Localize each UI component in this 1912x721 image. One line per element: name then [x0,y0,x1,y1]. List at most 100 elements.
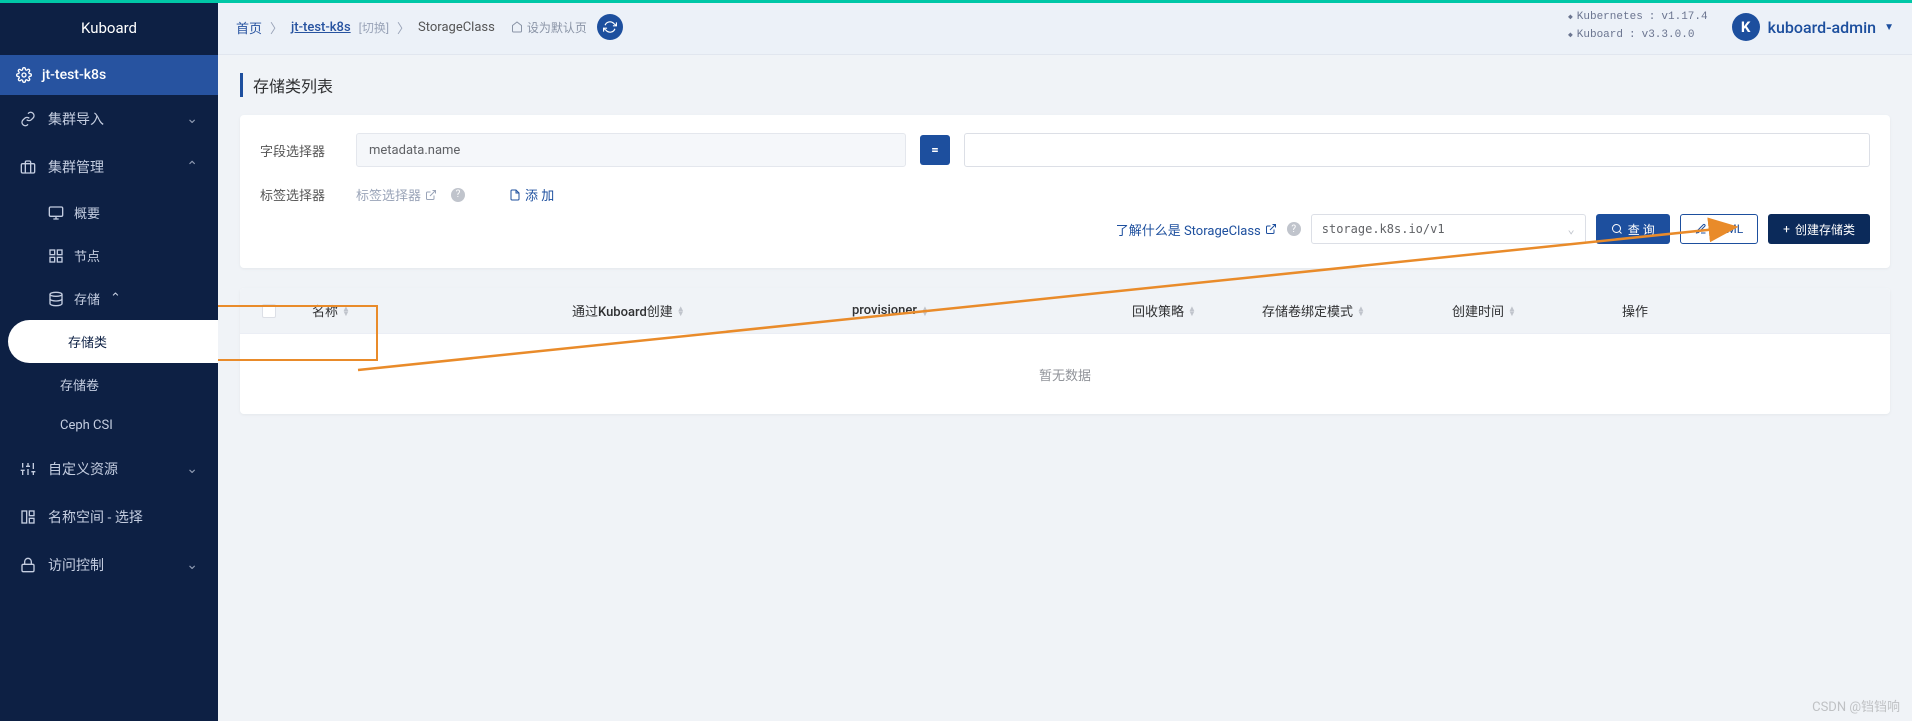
col-ops: 操作 [1622,301,1868,320]
gear-icon [16,67,32,83]
chevron-up-icon: ⌃ [110,291,121,306]
nav-ceph-csi[interactable]: Ceph CSI [0,406,218,445]
sidebar: Kuboard jt-test-k8s 集群导入 ⌄ 集群管理 ⌃ 概要 节点 … [0,0,218,721]
nav-label: 存储卷 [60,375,99,394]
col-name[interactable]: 名称▲▼ [312,301,572,320]
brand-logo[interactable]: Kuboard [0,0,218,55]
sort-icon: ▲▼ [342,306,350,316]
nav-storage-volume[interactable]: 存储卷 [0,363,218,406]
col-provisioner[interactable]: provisioner▲▼ [852,303,1132,318]
user-name: kuboard-admin [1768,18,1876,37]
layout-icon [20,509,36,525]
breadcrumb-separator: 〉 [397,18,410,37]
chevron-down-icon: ⌄ [1568,222,1575,236]
api-version-value: storage.k8s.io/v1 [1322,222,1445,236]
filter-panel: 字段选择器 metadata.name = 标签选择器 标签选择器 ? 添 加 [240,115,1890,268]
sort-icon: ▲▼ [677,306,685,316]
chevron-down-icon: ⌄ [186,111,198,127]
version-k8s-label: Kubernetes [1568,9,1643,27]
briefcase-icon [20,159,36,175]
crumb-switch[interactable]: [切换] [359,19,389,36]
main: 首页 〉 jt-test-k8s [切换] 〉 StorageClass 设为默… [218,0,1912,721]
action-row: 了解什么是 StorageClass ? storage.k8s.io/v1 ⌄… [260,214,1870,244]
refresh-button[interactable] [597,14,623,40]
set-default-link[interactable]: 设为默认页 [511,19,587,36]
breadcrumb-separator: 〉 [270,18,283,37]
nav-label: 名称空间 - 选择 [48,507,143,527]
col-via-kuboard[interactable]: 通过Kuboard创建▲▼ [572,301,852,320]
refresh-icon [603,20,617,34]
nav-overview[interactable]: 概要 [0,191,218,234]
nav-label: 集群导入 [48,109,104,129]
external-link-icon [1265,223,1277,235]
nav-storage[interactable]: 存储 ⌃ [0,277,218,320]
help-icon[interactable]: ? [1287,222,1301,236]
nav-storage-class[interactable]: 存储类 [8,320,218,363]
watermark: CSDN @铛铛响 [1812,696,1900,715]
cluster-name: jt-test-k8s [42,67,106,83]
nav: 集群导入 ⌄ 集群管理 ⌃ 概要 节点 存储 ⌃ 存储类 存储卷 Ceph CS… [0,95,218,721]
nav-label: 自定义资源 [48,459,118,479]
crumb-home[interactable]: 首页 [236,18,262,37]
link-icon [20,111,36,127]
nav-nodes[interactable]: 节点 [0,234,218,277]
col-reclaim[interactable]: 回收策略▲▼ [1132,301,1262,320]
set-default-label: 设为默认页 [527,19,587,36]
top-accent-bar [0,0,1912,3]
sort-icon: ▲▼ [1357,306,1365,316]
nav-crd[interactable]: 自定义资源 ⌄ [0,445,218,493]
select-all-checkbox[interactable] [262,304,276,318]
version-kb-value: v3.3.0.0 [1642,27,1695,45]
lock-icon [20,557,36,573]
chevron-up-icon: ⌃ [186,159,198,175]
header: 首页 〉 jt-test-k8s [切换] 〉 StorageClass 设为默… [218,0,1912,55]
chevron-down-icon: ▼ [1884,22,1894,33]
sliders-icon [20,461,36,477]
version-kb-label: Kuboard [1568,27,1623,45]
table-header: 名称▲▼ 通过Kuboard创建▲▼ provisioner▲▼ 回收策略▲▼ … [240,288,1890,334]
nav-label: 访问控制 [48,555,104,575]
table: 名称▲▼ 通过Kuboard创建▲▼ provisioner▲▼ 回收策略▲▼ … [240,288,1890,414]
cluster-selector[interactable]: jt-test-k8s [0,55,218,95]
chevron-down-icon: ⌄ [186,557,198,573]
user-menu[interactable]: K kuboard-admin ▼ [1732,13,1894,41]
nav-label: Ceph CSI [60,418,113,433]
query-button[interactable]: 查 询 [1596,214,1670,244]
external-link-icon [425,189,437,201]
col-created[interactable]: 创建时间▲▼ [1452,301,1622,320]
equals-button[interactable]: = [920,135,950,165]
nav-label: 概要 [74,203,100,222]
nav-cluster-import[interactable]: 集群导入 ⌄ [0,95,218,143]
nav-label: 节点 [74,246,100,265]
table-empty-state: 暂无数据 [240,334,1890,414]
crumb-cluster[interactable]: jt-test-k8s [291,20,351,35]
nav-namespace[interactable]: 名称空间 - 选择 [0,493,218,541]
learn-link[interactable]: 了解什么是 StorageClass [1116,220,1277,239]
version-k8s-value: v1.17.4 [1661,9,1707,27]
edit-icon [1695,223,1707,235]
nav-cluster-manage[interactable]: 集群管理 ⌃ [0,143,218,191]
help-icon[interactable]: ? [451,188,465,202]
add-label-button[interactable]: 添 加 [509,185,554,204]
sort-icon: ▲▼ [1188,306,1196,316]
header-right: Kubernetes:v1.17.4 Kuboard:v3.3.0.0 K ku… [1568,9,1894,44]
col-bind-mode[interactable]: 存储卷绑定模式▲▼ [1262,301,1452,320]
api-version-select[interactable]: storage.k8s.io/v1 ⌄ [1311,214,1586,244]
plus-icon: + [1783,222,1790,236]
home-icon [511,21,523,33]
page-title: 存储类列表 [240,73,1890,97]
label-selector-input[interactable]: 标签选择器 [356,185,437,204]
field-selector-input[interactable]: metadata.name [356,133,906,167]
file-icon [509,189,521,201]
nav-label: 存储类 [68,332,107,351]
yaml-button[interactable]: YAML [1680,214,1758,244]
create-storage-class-button[interactable]: + 创建存储类 [1768,214,1870,244]
nav-label: 存储 [74,289,100,308]
monitor-icon [48,205,64,221]
field-value-input[interactable] [964,133,1870,167]
version-block: Kubernetes:v1.17.4 Kuboard:v3.3.0.0 [1568,9,1708,44]
database-icon [48,291,64,307]
breadcrumb: 首页 〉 jt-test-k8s [切换] 〉 StorageClass [236,18,495,37]
nav-access-control[interactable]: 访问控制 ⌄ [0,541,218,589]
crumb-current: StorageClass [418,20,495,35]
